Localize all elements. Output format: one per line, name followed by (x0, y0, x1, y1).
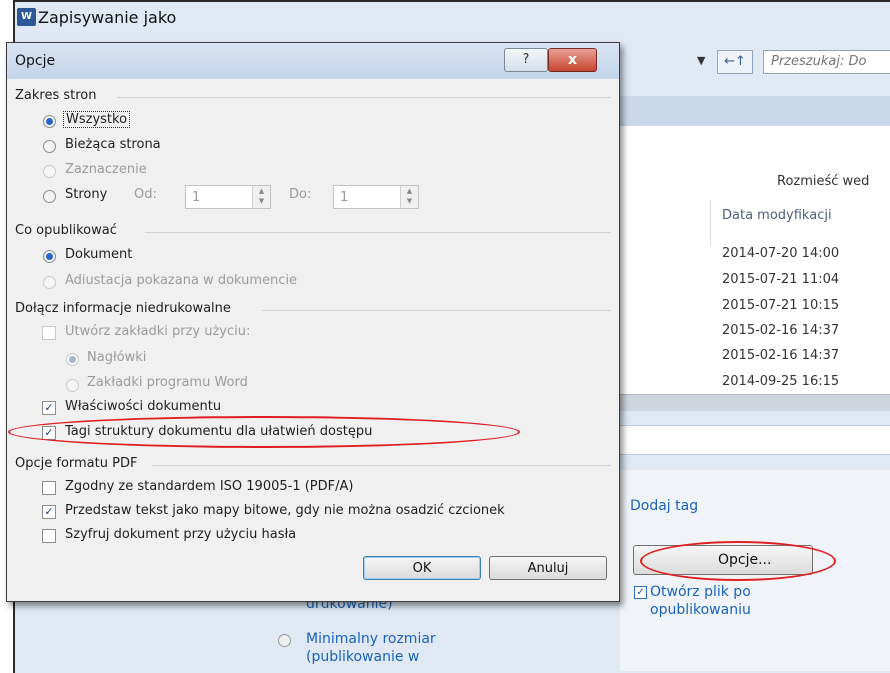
horizontal-scrollbar[interactable] (620, 394, 890, 411)
from-spin-arrows-icon[interactable]: ▲ ▼ (252, 186, 270, 208)
page-range-heading: Zakres stron (15, 88, 97, 103)
doc-properties-label[interactable]: Właściwości dokumentu (65, 399, 221, 414)
current-page-radio[interactable] (43, 140, 56, 153)
document-radio[interactable] (43, 250, 56, 263)
file-date: 2015-07-21 10:15 (722, 298, 840, 313)
from-value: 1 (192, 190, 201, 205)
file-date: 2015-02-16 14:37 (722, 323, 840, 338)
cancel-button[interactable]: Anuluj (489, 556, 607, 580)
open-after-publish-checkbox[interactable]: ✓ (634, 586, 647, 599)
arrange-by-label[interactable]: Rozmieść wed (777, 174, 869, 189)
group-divider (152, 465, 611, 466)
current-page-label[interactable]: Bieżąca strona (65, 137, 161, 152)
markup-label: Adiustacja pokazana w dokumencie (65, 273, 298, 288)
help-icon[interactable]: ? (504, 48, 548, 72)
iso-checkbox[interactable] (42, 481, 56, 495)
annotation-ellipse (8, 416, 520, 448)
to-label: Do: (289, 187, 312, 202)
all-pages-radio[interactable] (43, 115, 56, 128)
filename-field[interactable] (620, 425, 890, 455)
pages-label[interactable]: Strony (65, 187, 107, 202)
open-after-publish-label: Otwórz plik po opublikowaniu (650, 584, 751, 618)
ok-button[interactable]: OK (363, 556, 481, 580)
to-spinner[interactable]: 1 ▲ ▼ (333, 185, 419, 209)
from-spinner[interactable]: 1 ▲ ▼ (185, 185, 271, 209)
word-bookmarks-label: Zakładki programu Word (87, 375, 248, 390)
encrypt-checkbox[interactable] (42, 529, 56, 543)
add-tag-link[interactable]: Dodaj tag (630, 498, 698, 514)
bitmap-label[interactable]: Przedstaw tekst jako mapy bitowe, gdy ni… (65, 503, 505, 518)
headings-label: Nagłówki (87, 350, 147, 365)
doc-properties-checkbox[interactable]: ✓ (42, 401, 56, 415)
headings-radio (66, 353, 79, 366)
iso-label[interactable]: Zgodny ze standardem ISO 19005-1 (PDF/A) (65, 479, 353, 494)
refresh-icon[interactable]: ←↑ (717, 50, 753, 74)
search-field[interactable] (763, 50, 890, 74)
all-pages-label[interactable]: Wszystko (63, 111, 131, 128)
publish-what-heading: Co opublikować (15, 223, 117, 238)
group-divider (145, 232, 611, 233)
pdf-options-heading: Opcje formatu PDF (15, 456, 138, 471)
document-label[interactable]: Dokument (65, 247, 132, 262)
file-date: 2015-02-16 14:37 (722, 348, 840, 363)
to-value: 1 (340, 190, 349, 205)
annotation-ellipse (640, 541, 836, 581)
word-bookmarks-radio (66, 379, 79, 392)
column-divider (710, 200, 711, 246)
file-date: 2015-07-21 11:04 (722, 272, 840, 287)
selection-label: Zaznaczenie (65, 162, 147, 177)
pages-radio[interactable] (43, 190, 56, 203)
options-dialog: Opcje ? x Zakres stron Wszystko Bieżąca … (6, 42, 620, 602)
file-date: 2014-07-20 14:00 (722, 246, 840, 261)
non-printing-heading: Dołącz informacje niedrukowalne (15, 301, 231, 316)
save-as-title: Zapisywanie jako (38, 8, 177, 27)
search-input[interactable] (764, 51, 890, 71)
to-spin-arrows-icon[interactable]: ▲ ▼ (400, 186, 418, 208)
dialog-title: Opcje (15, 53, 56, 69)
from-label: Od: (134, 187, 157, 202)
group-divider (117, 97, 611, 98)
encrypt-label[interactable]: Szyfruj dokument przy użyciu hasła (65, 527, 296, 542)
create-bookmarks-label: Utwórz zakładki przy użyciu: (65, 324, 251, 339)
group-divider (262, 310, 611, 311)
min-size-label: Minimalny rozmiar (publikowanie w (306, 631, 436, 665)
bitmap-checkbox[interactable]: ✓ (42, 505, 56, 519)
selection-radio (43, 165, 56, 178)
date-modified-header[interactable]: Data modyfikacji (722, 208, 832, 223)
close-icon[interactable]: x (548, 48, 597, 72)
file-date: 2014-09-25 16:15 (722, 374, 840, 389)
min-size-radio[interactable] (278, 634, 291, 647)
word-app-icon: W (17, 8, 36, 26)
toolbar-band (620, 96, 890, 126)
address-dropdown-icon[interactable]: ▼ (697, 54, 705, 67)
create-bookmarks-checkbox (42, 326, 56, 340)
markup-radio (43, 276, 56, 289)
